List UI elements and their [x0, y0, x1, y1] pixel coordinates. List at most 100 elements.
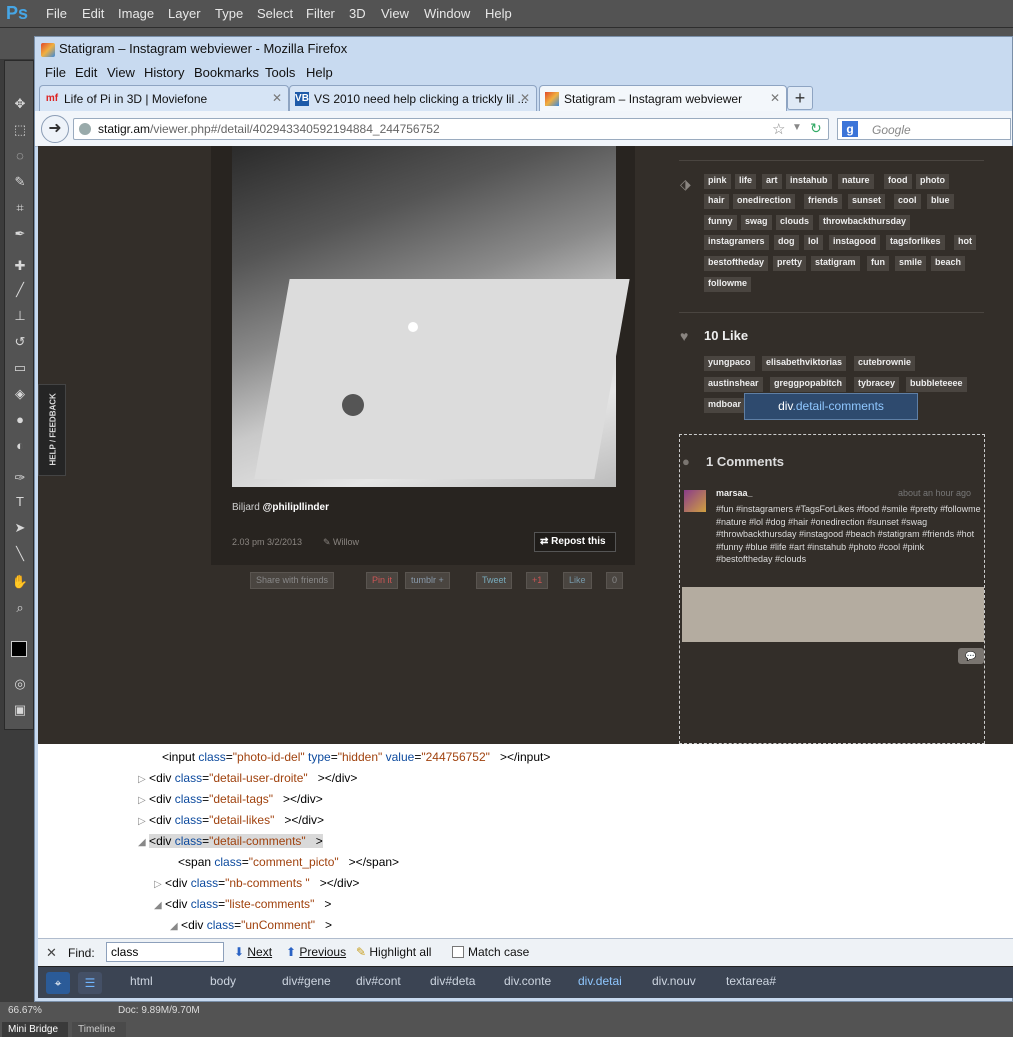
tag-lol[interactable]: lol	[804, 235, 823, 250]
instagram-photo[interactable]	[232, 146, 630, 487]
highlight-all-button[interactable]: ✎ Highlight all	[356, 945, 431, 959]
tag-instagramers[interactable]: instagramers	[704, 235, 769, 250]
tag-hot[interactable]: hot	[954, 235, 976, 250]
ff-menu-edit[interactable]: Edit	[75, 65, 97, 80]
eraser-tool-icon[interactable]: ▭	[11, 359, 29, 377]
expand-toggle-icon[interactable]: ◢	[170, 921, 178, 932]
quick-mask-icon[interactable]: ◎	[11, 675, 29, 693]
liker-cutebrownie[interactable]: cutebrownie	[854, 356, 916, 371]
dodge-tool-icon[interactable]: ◐	[11, 437, 29, 455]
tab-statigram[interactable]: Statigram – Instagram webviewer ✕	[539, 85, 787, 111]
inspect-icon[interactable]: ⌖	[46, 972, 70, 994]
markup-node[interactable]: ▷ <div class="detail-tags" ></div>	[138, 792, 323, 806]
liker-greggpopabitch[interactable]: greggpopabitch	[770, 377, 846, 392]
tag-blue[interactable]: blue	[927, 194, 954, 209]
ps-menu-file[interactable]: File	[46, 6, 67, 21]
tag-beach[interactable]: beach	[931, 256, 966, 271]
foreground-color-swatch[interactable]	[11, 641, 27, 657]
eyedropper-tool-icon[interactable]: ✒	[11, 225, 29, 243]
line-tool-icon[interactable]: ╲	[11, 545, 29, 563]
type-tool-icon[interactable]: T	[11, 493, 29, 511]
ps-menu-type[interactable]: Type	[215, 6, 243, 21]
find-input[interactable]	[106, 942, 224, 962]
history-brush-icon[interactable]: ↺	[11, 333, 29, 351]
search-bar[interactable]: g Google	[837, 118, 1011, 140]
expand-toggle-icon[interactable]: ▷	[154, 879, 162, 890]
new-tab-button[interactable]: +	[787, 86, 813, 110]
quick-select-tool-icon[interactable]: ✎	[11, 173, 29, 191]
expand-toggle-icon[interactable]: ◢	[138, 837, 146, 848]
tag-tagsforlikes[interactable]: tagsforlikes	[886, 235, 945, 250]
close-icon[interactable]: ✕	[770, 91, 780, 105]
ps-menu-view[interactable]: View	[381, 6, 409, 21]
blur-tool-icon[interactable]: ●	[11, 411, 29, 429]
breadcrumb-7[interactable]: div.nouv	[652, 974, 696, 992]
paint-bucket-icon[interactable]: ◈	[11, 385, 29, 403]
tag-sunset[interactable]: sunset	[848, 194, 886, 209]
reload-icon[interactable]: ↻	[810, 120, 822, 137]
ps-menu-edit[interactable]: Edit	[82, 6, 104, 21]
tag-friends[interactable]: friends	[804, 194, 843, 209]
help-feedback-tab[interactable]: HELP / FEEDBACK	[38, 384, 66, 476]
path-select-icon[interactable]: ➤	[11, 519, 29, 537]
liker-yungpaco[interactable]: yungpaco	[704, 356, 755, 371]
brush-tool-icon[interactable]: ╱	[11, 281, 29, 299]
tag-instahub[interactable]: instahub	[786, 174, 832, 189]
caption-user-link[interactable]: @philipllinder	[263, 502, 329, 513]
pen-tool-icon[interactable]: ✑	[11, 469, 29, 487]
tag-statigram[interactable]: statigram	[811, 256, 860, 271]
find-next-button[interactable]: ⬇ Next	[234, 945, 272, 959]
markup-node[interactable]: ▷ <div class="detail-likes" ></div>	[138, 813, 324, 827]
close-icon[interactable]: ✕	[520, 91, 530, 105]
back-button[interactable]: ➜	[41, 115, 69, 143]
tag-hair[interactable]: hair	[704, 194, 729, 209]
find-previous-button[interactable]: ⬆ Previous	[286, 945, 346, 959]
markup-node[interactable]: <span class="comment_picto" ></span>	[166, 855, 399, 869]
markup-node[interactable]: ▷ <div class="detail-user-droite" ></div…	[138, 771, 357, 785]
avatar[interactable]	[684, 490, 706, 512]
markup-node[interactable]: ▷ <div class="nb-comments " ></div>	[154, 876, 359, 890]
post-comment-button[interactable]: 💬	[958, 648, 984, 664]
tag-onedirection[interactable]: onedirection	[733, 194, 796, 209]
healing-tool-icon[interactable]: ✚	[11, 257, 29, 275]
tumblr-button[interactable]: tumblr +	[405, 572, 450, 589]
comment-textarea[interactable]	[682, 587, 984, 642]
bookmark-star-icon[interactable]: ☆	[772, 120, 785, 138]
breadcrumb-4[interactable]: div#deta	[430, 974, 475, 992]
ff-menu-history[interactable]: History	[144, 65, 184, 80]
tag-instagood[interactable]: instagood	[829, 235, 880, 250]
ps-menu-image[interactable]: Image	[118, 6, 154, 21]
expand-toggle-icon[interactable]: ▷	[138, 774, 146, 785]
tab-timeline[interactable]: Timeline	[72, 1022, 126, 1037]
tag-swag[interactable]: swag	[741, 215, 772, 230]
tag-funny[interactable]: funny	[704, 215, 737, 230]
ps-menu-3d[interactable]: 3D	[349, 6, 366, 21]
facebook-like-button[interactable]: Like	[563, 572, 592, 589]
ff-menu-file[interactable]: File	[45, 65, 66, 80]
tag-photo[interactable]: photo	[916, 174, 949, 189]
hand-tool-icon[interactable]: ✋	[11, 573, 29, 591]
markup-node[interactable]: ◢ <div class="unComment" >	[170, 918, 332, 932]
tag-pretty[interactable]: pretty	[773, 256, 807, 271]
screen-mode-icon[interactable]: ▣	[11, 701, 29, 719]
tag-nature[interactable]: nature	[838, 174, 874, 189]
breadcrumb-0[interactable]: html	[130, 974, 153, 992]
tag-bestoftheday[interactable]: bestoftheday	[704, 256, 769, 271]
liker-mdboar[interactable]: mdboar	[704, 398, 746, 413]
pin-it-button[interactable]: Pin it	[366, 572, 399, 589]
tag-followme[interactable]: followme	[704, 277, 752, 292]
lasso-tool-icon[interactable]: ◌	[11, 147, 29, 165]
ps-menu-select[interactable]: Select	[257, 6, 293, 21]
expand-toggle-icon[interactable]: ◢	[154, 900, 162, 911]
ps-menu-layer[interactable]: Layer	[168, 6, 201, 21]
breadcrumb-8[interactable]: textarea#	[726, 974, 776, 992]
liker-elisabethviktorias[interactable]: elisabethviktorias	[762, 356, 847, 371]
markup-node[interactable]: ◢ <div class="detail-comments" >	[138, 834, 323, 848]
tag-pink[interactable]: pink	[704, 174, 731, 189]
breadcrumb-2[interactable]: div#gene	[282, 974, 331, 992]
tag-food[interactable]: food	[884, 174, 912, 189]
google-plus-button[interactable]: +1	[526, 572, 549, 589]
match-case-checkbox[interactable]: Match case	[452, 945, 529, 959]
share-with-friends-button[interactable]: Share with friends	[250, 572, 335, 589]
crop-tool-icon[interactable]: ⌗	[11, 199, 29, 217]
